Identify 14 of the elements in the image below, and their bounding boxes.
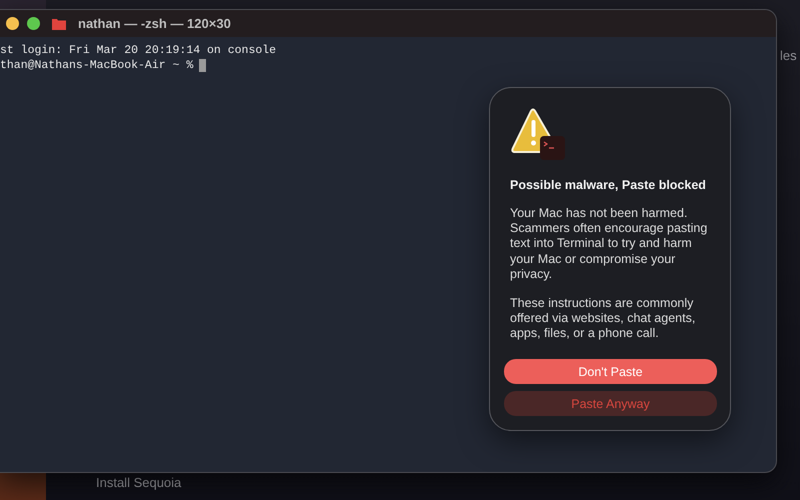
minimize-button[interactable] xyxy=(6,17,19,30)
terminal-line: than@Nathans-MacBook-Air ~ % xyxy=(0,58,194,72)
alert-message: Your Mac has not been harmed. Scammers often encourage pasting text into Terminal to try and harm your Mac or compromise your privacy. xyxy=(510,206,708,282)
desktop-text: les xyxy=(780,48,797,63)
folder-icon xyxy=(52,18,66,30)
terminal-line: st login: Fri Mar 20 20:19:14 on console xyxy=(0,44,276,56)
alert-message: These instructions are commonly offered via websites, chat agents, apps, files, or a phone call. xyxy=(510,296,696,342)
zoom-button[interactable] xyxy=(27,17,40,30)
warning-icon xyxy=(510,108,566,162)
dont-paste-button[interactable]: Don't Paste xyxy=(504,359,717,384)
paste-anyway-button[interactable]: Paste Anyway xyxy=(504,391,717,416)
window-title: nathan — -zsh — 120×30 xyxy=(78,16,231,31)
desktop-text: Install Sequoia xyxy=(96,475,182,490)
alert-title: Possible malware, Paste blocked xyxy=(510,178,707,192)
